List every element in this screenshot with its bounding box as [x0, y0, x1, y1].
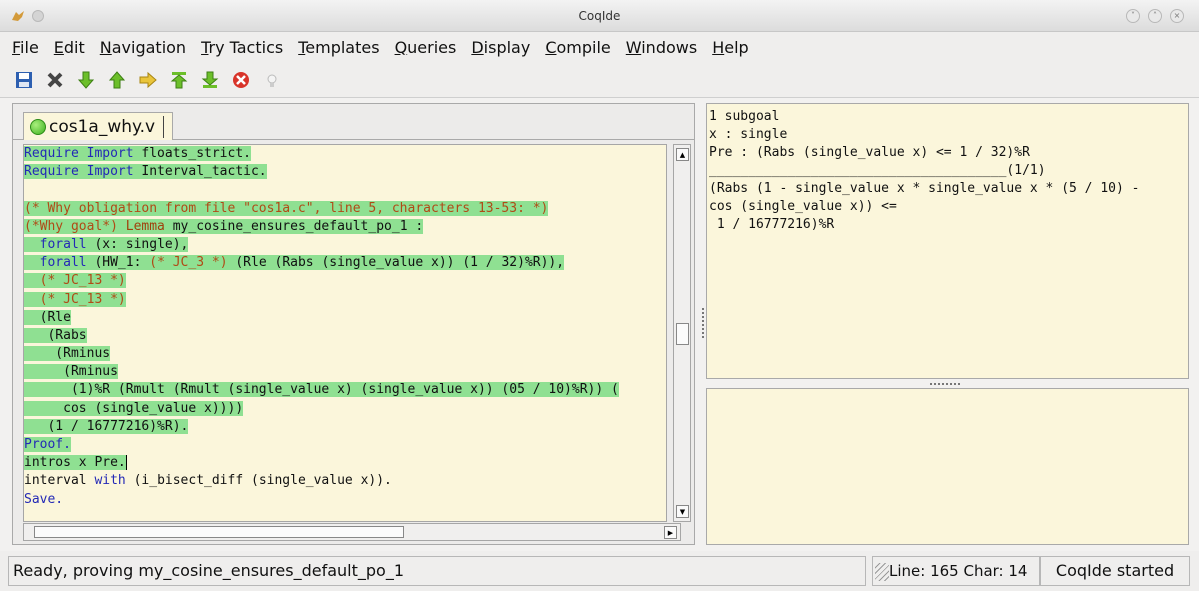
right-pane-splitter[interactable] — [706, 380, 1189, 388]
code-line: (Rle — [24, 309, 71, 325]
code-line: intros x Pre. — [24, 455, 127, 471]
code-line: (Rminus — [24, 346, 111, 362]
goal-line: (Rabs (1 - single_value x * single_value… — [709, 181, 1140, 196]
status-bar: Ready, proving my_cosine_ensures_default… — [0, 551, 1199, 591]
menu-file[interactable]: File — [12, 38, 39, 57]
goals-pane: 1 subgoal x : single Pre : (Rabs (single… — [706, 103, 1189, 379]
maximize-icon[interactable]: ˄ — [1148, 9, 1162, 23]
code-line: (* JC_13 *) — [24, 272, 666, 290]
code-line: (1)%R (Rmult (Rmult (single_value x) (si… — [24, 382, 619, 398]
hint-icon[interactable] — [262, 70, 282, 90]
file-status-icon — [30, 118, 46, 135]
resize-grip-icon[interactable] — [875, 563, 889, 581]
script-pane: cos1a_why.v Require Import floats_strict… — [12, 103, 695, 545]
tab-separator — [163, 115, 165, 138]
menu-help[interactable]: Help — [712, 38, 748, 57]
code-line: (1 / 16777216)%R). — [24, 418, 189, 434]
code-line: (* Why obligation from file "cos1a.c", l… — [24, 200, 549, 216]
title-bar: CoqIde ˅ ˄ × — [0, 0, 1199, 32]
code-line: cos (single_value x)))) — [24, 400, 244, 416]
goal-line: Pre : (Rabs (single_value x) <= 1 / 32)%… — [709, 145, 1030, 160]
code-line: Require Import Interval_tactic. — [24, 164, 267, 180]
minimize-icon[interactable]: ˅ — [1126, 9, 1140, 23]
close-icon[interactable] — [45, 70, 65, 90]
status-message: Ready, proving my_cosine_ensures_default… — [8, 556, 866, 586]
toolbar — [0, 62, 1199, 98]
scroll-down-icon[interactable]: ▼ — [676, 505, 689, 518]
scroll-thumb[interactable] — [34, 526, 404, 538]
tab-label: cos1a_why.v — [49, 116, 156, 137]
code-line: forall (HW_1: (* JC_3 *) (Rle (Rabs (sin… — [24, 254, 666, 272]
code-line: Proof. — [24, 437, 71, 452]
interrupt-icon[interactable] — [231, 70, 251, 90]
editor-vertical-scrollbar[interactable]: ▲ ▼ — [673, 144, 691, 522]
goal-line: 1 / 16777216)%R — [709, 217, 835, 232]
scroll-thumb[interactable] — [676, 323, 689, 345]
goal-line: cos (single_value x)) <= — [709, 199, 897, 214]
menu-bar: File Edit Navigation Try Tactics Templat… — [0, 32, 1199, 62]
tab-cos1a-why[interactable]: cos1a_why.v — [23, 112, 174, 140]
editor-horizontal-scrollbar[interactable]: ▶ — [23, 523, 681, 541]
messages-pane — [706, 388, 1189, 545]
code-line: (*Why goal*) Lemma my_cosine_ensures_def… — [24, 218, 424, 234]
code-line: interval with (i_bisect_diff (single_val… — [24, 473, 392, 489]
cursor-position-text: Line: 165 Char: 14 — [889, 562, 1028, 580]
menu-windows[interactable]: Windows — [626, 38, 697, 57]
menu-compile[interactable]: Compile — [545, 38, 610, 57]
forward-icon[interactable] — [76, 70, 96, 90]
cursor-position: Line: 165 Char: 14 — [872, 556, 1040, 586]
save-icon[interactable] — [14, 70, 34, 90]
goal-line: 1 subgoal — [709, 109, 780, 124]
window-title: CoqIde — [578, 9, 621, 23]
go-to-start-icon[interactable] — [169, 70, 189, 90]
menu-navigation[interactable]: Navigation — [100, 38, 186, 57]
go-to-cursor-icon[interactable] — [138, 70, 158, 90]
code-line: Save. — [24, 491, 64, 507]
menu-templates[interactable]: Templates — [298, 38, 379, 57]
code-line: Require Import floats_strict. — [24, 146, 251, 161]
menu-try-tactics[interactable]: Try Tactics — [201, 38, 283, 57]
go-to-end-icon[interactable] — [200, 70, 220, 90]
close-window-icon[interactable]: × — [1170, 9, 1184, 23]
backward-icon[interactable] — [107, 70, 127, 90]
menu-edit[interactable]: Edit — [54, 38, 85, 57]
script-editor[interactable]: Require Import floats_strict. Require Im… — [23, 144, 667, 522]
menu-queries[interactable]: Queries — [395, 38, 457, 57]
status-right: CoqIde started — [1040, 556, 1190, 586]
code-line: (Rabs — [24, 327, 87, 343]
code-line: (Rminus — [24, 364, 118, 380]
code-line: (* JC_13 *) — [24, 291, 666, 309]
menu-display[interactable]: Display — [471, 38, 530, 57]
tab-bar: cos1a_why.v — [13, 104, 694, 140]
goal-line: x : single — [709, 127, 788, 142]
goal-line: ______________________________________(1… — [709, 163, 1046, 178]
scroll-up-icon[interactable]: ▲ — [676, 148, 689, 161]
scroll-right-icon[interactable]: ▶ — [664, 526, 677, 539]
code-line: forall (x: single), — [24, 236, 666, 254]
